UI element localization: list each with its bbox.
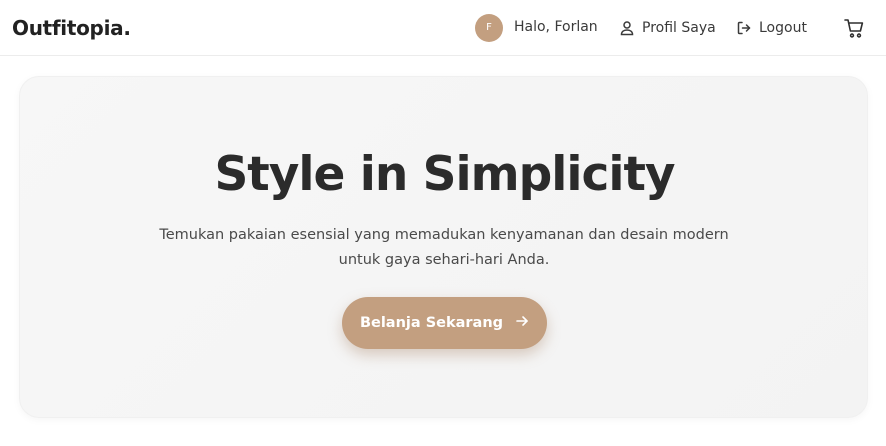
logo[interactable]: Outfitopia. xyxy=(12,16,131,40)
hero-subtitle: Temukan pakaian esensial yang memadukan … xyxy=(159,227,729,268)
profile-label: Profil Saya xyxy=(642,20,716,36)
hero-banner: Style in Simplicity Temukan pakaian esen… xyxy=(19,76,868,418)
navbar: Outfitopia. F Halo, Forlan Profil Saya L… xyxy=(0,0,886,56)
hero-title: Style in Simplicity xyxy=(214,147,675,202)
cart-button[interactable] xyxy=(843,17,865,39)
avatar: F xyxy=(475,14,503,42)
logout-icon xyxy=(736,20,752,36)
profile-link[interactable]: Profil Saya xyxy=(619,17,716,39)
user-icon xyxy=(619,20,635,36)
cart-icon xyxy=(843,19,865,43)
arrow-right-icon xyxy=(515,314,529,332)
user-greeting: Halo, Forlan xyxy=(514,19,598,35)
cta-label: Belanja Sekarang xyxy=(359,315,504,331)
logout-label: Logout xyxy=(759,20,807,36)
logout-link[interactable]: Logout xyxy=(736,17,807,39)
shop-now-button[interactable]: Belanja Sekarang xyxy=(342,297,547,349)
